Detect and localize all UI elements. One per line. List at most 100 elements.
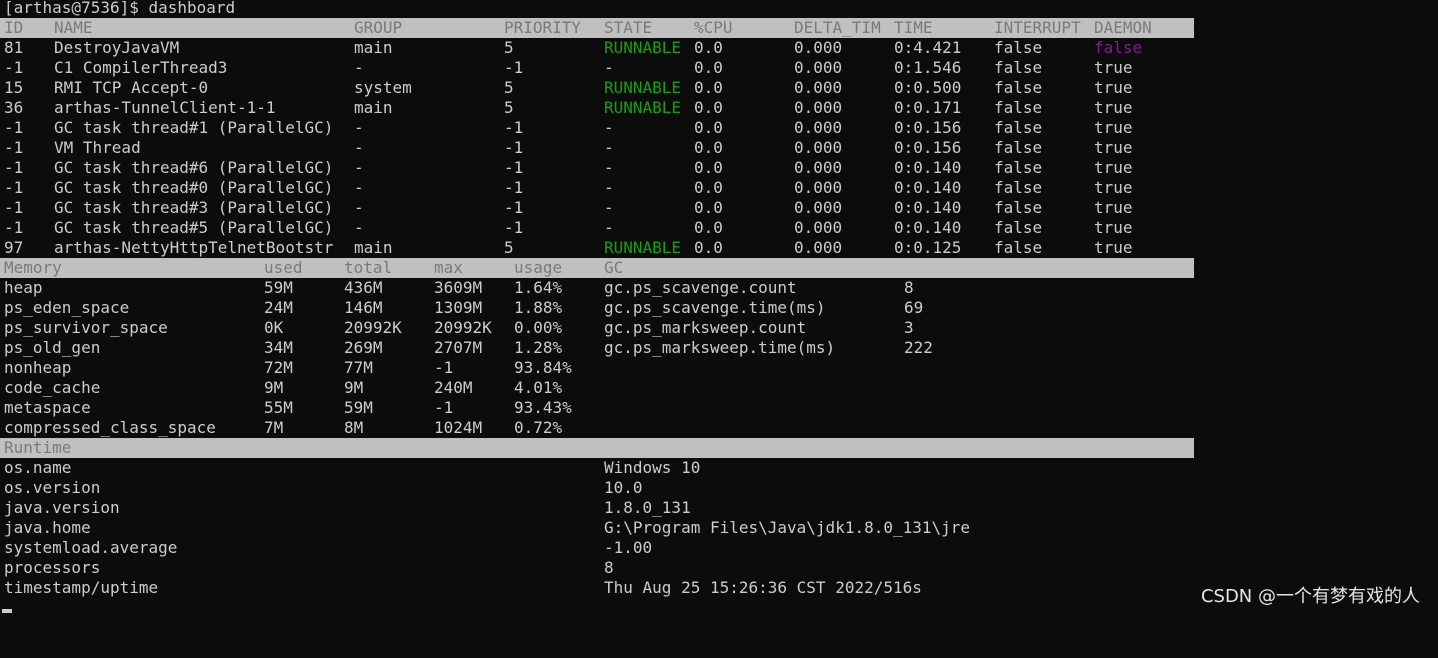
runtime-row: os.name Windows 10 xyxy=(0,458,700,478)
thread-name: C1 CompilerThread3 xyxy=(54,58,228,77)
memory-max: 3609M xyxy=(434,278,483,297)
col-header-gc: GC xyxy=(604,258,624,277)
memory-name: ps_survivor_space xyxy=(4,318,168,337)
col-header-used: used xyxy=(264,258,303,277)
thread-name: VM Thread xyxy=(54,138,141,157)
thread-cpu: 0.0 xyxy=(694,198,723,217)
thread-state: - xyxy=(604,138,614,157)
gc-metric-value: 3 xyxy=(904,318,914,337)
memory-used: 9M xyxy=(264,378,284,397)
thread-name: GC task thread#1 (ParallelGC) xyxy=(54,118,334,137)
thread-group: - xyxy=(354,58,364,77)
thread-daemon: true xyxy=(1094,198,1133,217)
memory-usage: 93.84% xyxy=(514,358,572,377)
thread-interrupt: false xyxy=(994,218,1043,237)
thread-name: arthas-TunnelClient-1-1 xyxy=(54,98,276,117)
gc-metric-name: gc.ps_scavenge.time(ms) xyxy=(604,298,826,317)
thread-priority: -1 xyxy=(504,178,524,197)
thread-daemon: true xyxy=(1094,158,1133,177)
thread-group: - xyxy=(354,178,364,197)
memory-usage: 1.64% xyxy=(514,278,563,297)
thread-time: 0:1.546 xyxy=(894,58,962,77)
thread-row: -1 GC task thread#3 (ParallelGC) - -1 - … xyxy=(0,198,1133,218)
thread-daemon: true xyxy=(1094,78,1133,97)
thread-row: 97 arthas-NettyHttpTelnetBootstr main 5 … xyxy=(0,238,1133,258)
thread-interrupt: false xyxy=(994,38,1043,57)
memory-name: ps_old_gen xyxy=(4,338,101,357)
thread-state: - xyxy=(604,58,614,77)
thread-row: 15 RMI TCP Accept-0 system 5 RUNNABLE 0.… xyxy=(0,78,1133,98)
memory-name: compressed_class_space xyxy=(4,418,216,437)
thread-interrupt: false xyxy=(994,238,1043,257)
col-header-usage: usage xyxy=(514,258,563,277)
thread-cpu: 0.0 xyxy=(694,38,723,57)
memory-row: ps_eden_space 24M 146M 1309M 1.88% gc.ps… xyxy=(0,298,923,318)
runtime-row: timestamp/uptime Thu Aug 25 15:26:36 CST… xyxy=(0,578,922,598)
memory-total: 269M xyxy=(344,338,383,357)
col-header-priority: PRIORITY xyxy=(504,18,582,37)
thread-daemon: true xyxy=(1094,178,1133,197)
thread-id: -1 xyxy=(4,158,24,177)
runtime-row: systemload.average -1.00 xyxy=(0,538,652,558)
prompt-text: [arthas@7536]$ dashboard xyxy=(4,0,236,17)
thread-delta-time: 0.000 xyxy=(794,198,843,217)
thread-cpu: 0.0 xyxy=(694,178,723,197)
runtime-row: java.home G:\Program Files\Java\jdk1.8.0… xyxy=(0,518,970,538)
thread-state: - xyxy=(604,178,614,197)
thread-row: -1 VM Thread - -1 - 0.0 0.000 0:0.156 fa… xyxy=(0,138,1133,158)
memory-usage: 0.72% xyxy=(514,418,563,437)
thread-name: arthas-NettyHttpTelnetBootstr xyxy=(54,238,334,257)
thread-cpu: 0.0 xyxy=(694,158,723,177)
thread-daemon: true xyxy=(1094,98,1133,117)
thread-delta-time: 0.000 xyxy=(794,78,843,97)
thread-time: 0:0.125 xyxy=(894,238,962,257)
thread-delta-time: 0.000 xyxy=(794,238,843,257)
memory-used: 24M xyxy=(264,298,293,317)
memory-total: 59M xyxy=(344,398,373,417)
thread-group: - xyxy=(354,158,364,177)
runtime-key: systemload.average xyxy=(4,538,178,557)
memory-row: nonheap 72M 77M -1 93.84% xyxy=(0,358,572,378)
thread-interrupt: false xyxy=(994,178,1043,197)
thread-cpu: 0.0 xyxy=(694,78,723,97)
thread-interrupt: false xyxy=(994,198,1043,217)
memory-max: 1024M xyxy=(434,418,483,437)
memory-max: -1 xyxy=(434,358,454,377)
memory-total: 9M xyxy=(344,378,364,397)
col-header-id: ID xyxy=(4,18,24,37)
thread-id: -1 xyxy=(4,178,24,197)
memory-name: metaspace xyxy=(4,398,91,417)
thread-delta-time: 0.000 xyxy=(794,118,843,137)
thread-group: system xyxy=(354,78,412,97)
memory-usage: 93.43% xyxy=(514,398,572,417)
memory-total: 146M xyxy=(344,298,383,317)
thread-name: GC task thread#6 (ParallelGC) xyxy=(54,158,334,177)
thread-delta-time: 0.000 xyxy=(794,178,843,197)
thread-interrupt: false xyxy=(994,118,1043,137)
memory-used: 59M xyxy=(264,278,293,297)
thread-group: - xyxy=(354,138,364,157)
thread-cpu: 0.0 xyxy=(694,58,723,77)
col-header-name: NAME xyxy=(54,18,93,37)
col-header-state: STATE xyxy=(604,18,653,37)
terminal-window[interactable]: { "prompt": "[arthas@7536]$ dashboard", … xyxy=(0,0,1438,616)
runtime-key: processors xyxy=(4,558,101,577)
memory-usage: 1.88% xyxy=(514,298,563,317)
thread-time: 0:0.140 xyxy=(894,198,962,217)
memory-used: 7M xyxy=(264,418,284,437)
runtime-value: 1.8.0_131 xyxy=(604,498,691,517)
thread-delta-time: 0.000 xyxy=(794,138,843,157)
memory-max: 1309M xyxy=(434,298,483,317)
runtime-key: timestamp/uptime xyxy=(4,578,159,597)
thread-priority: -1 xyxy=(504,138,524,157)
memory-name: code_cache xyxy=(4,378,101,397)
memory-used: 72M xyxy=(264,358,293,377)
thread-name: RMI TCP Accept-0 xyxy=(54,78,209,97)
thread-row: 81 DestroyJavaVM main 5 RUNNABLE 0.0 0.0… xyxy=(0,38,1142,58)
memory-usage: 4.01% xyxy=(514,378,563,397)
thread-state: RUNNABLE xyxy=(604,38,682,57)
thread-state: RUNNABLE xyxy=(604,98,682,117)
runtime-table-header: Runtime xyxy=(0,438,1194,458)
runtime-value: -1.00 xyxy=(604,538,653,557)
thread-state: - xyxy=(604,218,614,237)
